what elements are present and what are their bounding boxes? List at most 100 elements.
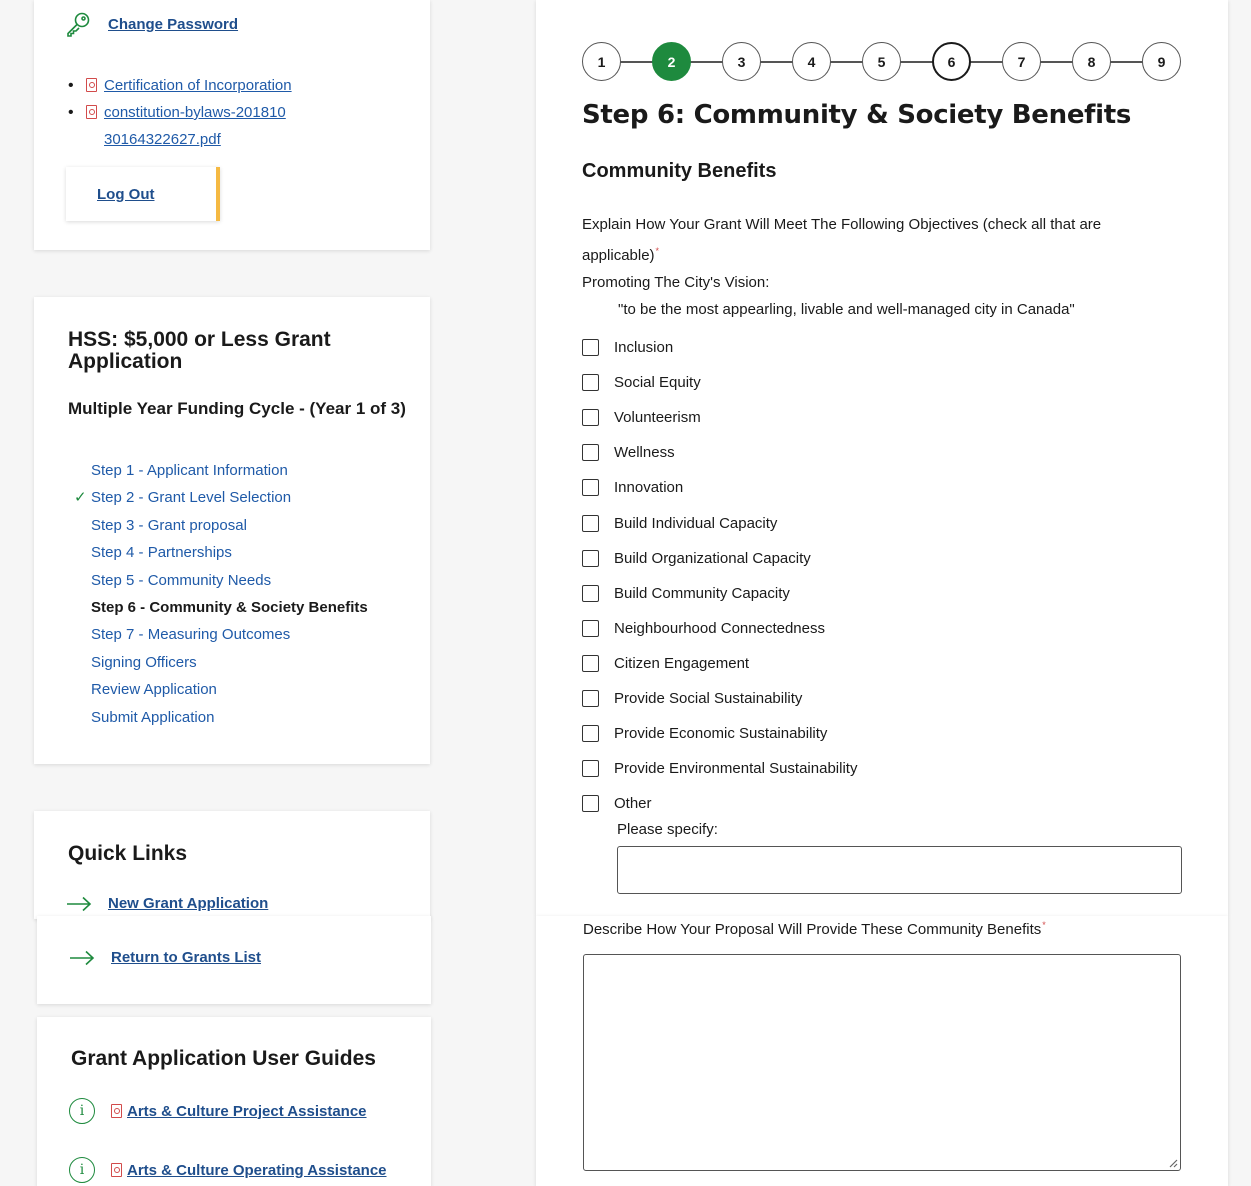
key-icon bbox=[67, 12, 90, 37]
stepper-step-6[interactable]: 6 bbox=[932, 42, 971, 81]
objective-option[interactable]: Provide Environmental Sustainability bbox=[582, 751, 857, 786]
stepper-step-8[interactable]: 8 bbox=[1072, 42, 1111, 81]
step-nav: Step 1 - Applicant Information ✓ Step 2 -… bbox=[74, 457, 368, 731]
nav-item-step-6[interactable]: Step 6 - Community & Society Benefits bbox=[91, 594, 368, 621]
objective-label: Neighbourhood Connectedness bbox=[614, 619, 825, 637]
checkbox[interactable] bbox=[582, 514, 599, 532]
pdf-icon bbox=[86, 105, 97, 119]
stepper-step-7[interactable]: 7 bbox=[1002, 42, 1041, 81]
objective-option[interactable]: Volunteerism bbox=[582, 400, 857, 435]
checkbox[interactable] bbox=[582, 339, 599, 357]
specify-label: Please specify: bbox=[617, 821, 718, 838]
return-grants-list-link[interactable]: Return to Grants List bbox=[111, 949, 261, 966]
nav-item-signing-officers[interactable]: Signing Officers bbox=[91, 649, 368, 676]
change-password-link[interactable]: Change Password bbox=[108, 16, 238, 33]
arrow-right-icon bbox=[70, 950, 95, 965]
objective-option[interactable]: Build Organizational Capacity bbox=[582, 541, 857, 576]
pdf-icon bbox=[111, 1104, 122, 1118]
objective-label: Build Individual Capacity bbox=[614, 514, 778, 532]
pdf-icon bbox=[111, 1163, 122, 1177]
objective-label: Innovation bbox=[614, 479, 684, 497]
objective-label: Social Equity bbox=[614, 374, 701, 392]
objective-option[interactable]: Wellness bbox=[582, 435, 857, 470]
vision-label: Promoting The City's Vision: bbox=[582, 274, 770, 291]
objective-option[interactable]: Provide Social Sustainability bbox=[582, 681, 857, 716]
funding-cycle-subtitle: Multiple Year Funding Cycle - (Year 1 of… bbox=[68, 399, 406, 418]
describe-benefits-textarea[interactable] bbox=[583, 954, 1181, 1171]
guide-link[interactable]: Arts & Culture Project Assistance bbox=[127, 1103, 367, 1120]
new-grant-link[interactable]: New Grant Application bbox=[108, 895, 268, 912]
stepper-step-9[interactable]: 9 bbox=[1142, 42, 1181, 81]
document-link[interactable]: constitution-bylaws-20181030164322627.pd… bbox=[104, 99, 294, 153]
checkbox[interactable] bbox=[582, 795, 599, 813]
account-card: Change Password Certification of Incorpo… bbox=[34, 0, 430, 250]
arrow-right-icon bbox=[67, 896, 92, 911]
nav-item-step-4[interactable]: Step 4 - Partnerships bbox=[91, 539, 368, 566]
document-link[interactable]: Certification of Incorporation bbox=[104, 77, 292, 94]
stepper-step-3[interactable]: 3 bbox=[722, 42, 761, 81]
stepper-step-1[interactable]: 1 bbox=[582, 42, 621, 81]
quick-links-card-continued: Return to Grants List bbox=[37, 916, 431, 1004]
list-item: constitution-bylaws-20181030164322627.pd… bbox=[68, 99, 386, 153]
new-grant-row[interactable]: New Grant Application bbox=[66, 895, 268, 912]
nav-item-review[interactable]: Review Application bbox=[91, 676, 368, 703]
list-item: Certification of Incorporation bbox=[68, 72, 386, 99]
specify-input[interactable] bbox=[617, 846, 1182, 894]
nav-item-step-3[interactable]: Step 3 - Grant proposal bbox=[91, 512, 368, 539]
logout-link[interactable]: Log Out bbox=[97, 186, 154, 203]
guide-row[interactable]: i Arts & Culture Operating Assistance bbox=[69, 1157, 387, 1183]
guide-link[interactable]: Arts & Culture Operating Assistance bbox=[127, 1162, 387, 1179]
nav-item-step-2[interactable]: ✓ Step 2 - Grant Level Selection bbox=[74, 484, 368, 511]
objective-label: Inclusion bbox=[614, 339, 674, 357]
checkbox[interactable] bbox=[582, 479, 599, 497]
page-title: Step 6: Community & Society Benefits bbox=[582, 100, 1132, 130]
objective-option[interactable]: Inclusion bbox=[582, 330, 857, 365]
required-mark: * bbox=[655, 246, 660, 256]
stepper-step-2[interactable]: 2 bbox=[652, 42, 691, 81]
resize-handle-icon[interactable] bbox=[1167, 1157, 1178, 1168]
step-form-card: 1 2 3 4 5 6 7 8 9 Step 6: Community & So… bbox=[536, 0, 1228, 916]
stepper-step-5[interactable]: 5 bbox=[862, 42, 901, 81]
nav-item-step-1[interactable]: Step 1 - Applicant Information bbox=[91, 457, 368, 484]
checkbox[interactable] bbox=[582, 654, 599, 672]
checkbox[interactable] bbox=[582, 760, 599, 778]
nav-item-submit[interactable]: Submit Application bbox=[91, 704, 368, 731]
logout-button[interactable]: Log Out bbox=[66, 167, 220, 221]
guide-row[interactable]: i Arts & Culture Project Assistance bbox=[69, 1098, 367, 1124]
section-title: Community Benefits bbox=[582, 160, 777, 182]
nav-item-step-5[interactable]: Step 5 - Community Needs bbox=[91, 567, 368, 594]
stepper-step-4[interactable]: 4 bbox=[792, 42, 831, 81]
objective-label: Provide Economic Sustainability bbox=[614, 725, 828, 743]
objective-option[interactable]: Other bbox=[582, 786, 857, 821]
user-guides-title: Grant Application User Guides bbox=[71, 1047, 376, 1070]
nav-item-step-7[interactable]: Step 7 - Measuring Outcomes bbox=[91, 621, 368, 648]
info-icon: i bbox=[69, 1098, 95, 1124]
objective-option[interactable]: Neighbourhood Connectedness bbox=[582, 611, 857, 646]
checkbox[interactable] bbox=[582, 549, 599, 567]
objective-option[interactable]: Provide Economic Sustainability bbox=[582, 716, 857, 751]
required-mark: * bbox=[1042, 920, 1046, 930]
application-nav-card: HSS: $5,000 or Less Grant Application Mu… bbox=[34, 297, 430, 764]
objectives-checklist: Inclusion Social Equity Volunteerism Wel… bbox=[582, 330, 857, 821]
describe-benefits-text: Describe How Your Proposal Will Provide … bbox=[583, 921, 1042, 938]
return-list-row[interactable]: Return to Grants List bbox=[69, 949, 261, 966]
vision-quote: "to be the most appearling, livable and … bbox=[618, 301, 1075, 318]
objectives-question-text: Explain How Your Grant Will Meet The Fol… bbox=[582, 216, 1102, 264]
objective-option[interactable]: Citizen Engagement bbox=[582, 646, 857, 681]
objective-option[interactable]: Build Individual Capacity bbox=[582, 505, 857, 540]
checkbox[interactable] bbox=[582, 725, 599, 743]
checkbox[interactable] bbox=[582, 619, 599, 637]
checkbox[interactable] bbox=[582, 444, 599, 462]
objective-option[interactable]: Innovation bbox=[582, 470, 857, 505]
objective-option[interactable]: Build Community Capacity bbox=[582, 576, 857, 611]
objective-label: Provide Environmental Sustainability bbox=[614, 760, 858, 778]
checkbox[interactable] bbox=[582, 689, 599, 707]
checkbox[interactable] bbox=[582, 584, 599, 602]
objectives-question: Explain How Your Grant Will Meet The Fol… bbox=[582, 211, 1182, 269]
quick-links-title: Quick Links bbox=[68, 842, 188, 865]
checkbox[interactable] bbox=[582, 409, 599, 427]
objective-label: Other bbox=[614, 795, 652, 813]
objective-option[interactable]: Social Equity bbox=[582, 365, 857, 400]
change-password-row[interactable]: Change Password bbox=[64, 10, 238, 38]
checkbox[interactable] bbox=[582, 374, 599, 392]
